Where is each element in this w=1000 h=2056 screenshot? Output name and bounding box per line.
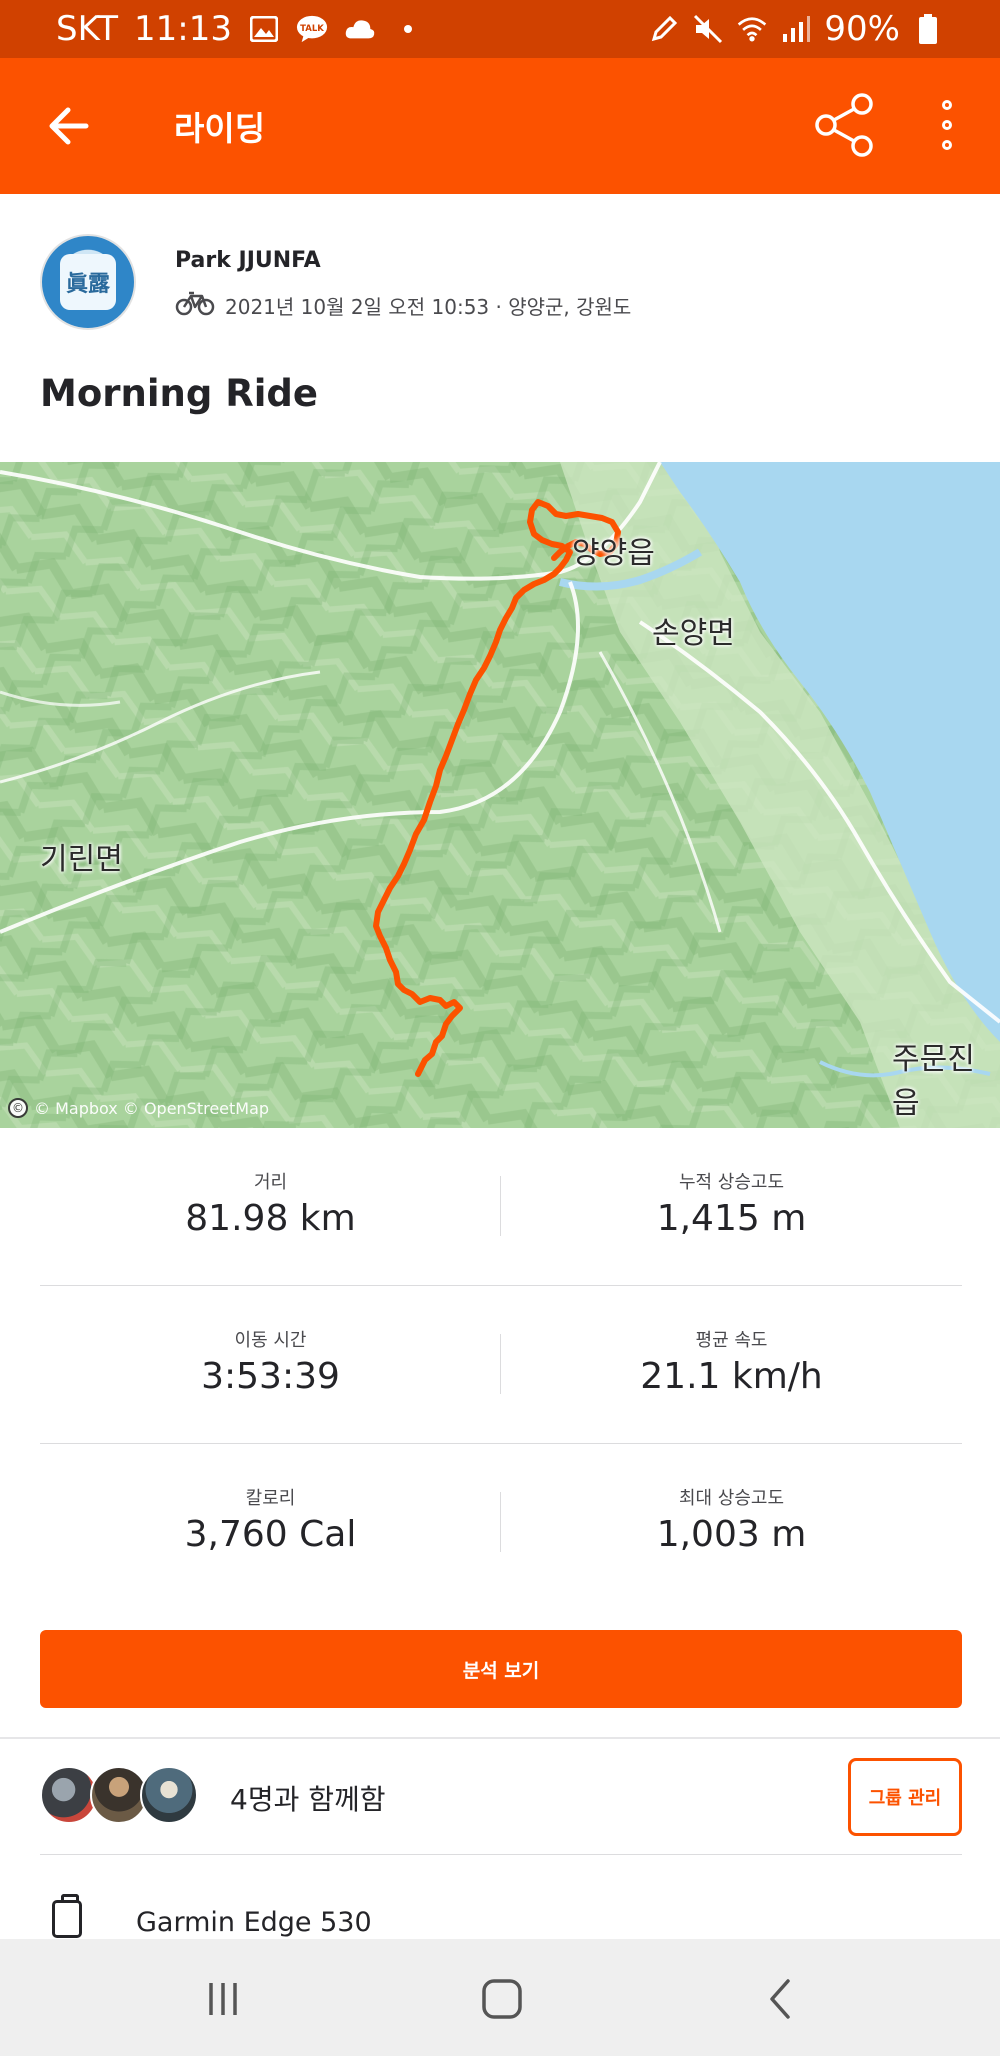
stat-row: 이동 시간 3:53:39 평균 속도 21.1 km/h <box>40 1286 962 1444</box>
status-left: SKT 11:13 TALK <box>56 9 424 49</box>
more-dot <box>942 140 952 150</box>
more-dot <box>942 100 952 110</box>
mute-icon <box>692 13 724 45</box>
stat-value: 1,415 m <box>656 1198 807 1239</box>
share-icon[interactable] <box>812 92 878 158</box>
group-row[interactable]: 4명과 함께함 그룹 관리 <box>0 1740 1000 1856</box>
activity-date-location: 2021년 10월 2일 오전 10:53 · 양양군, 강원도 <box>225 295 632 319</box>
map-attribution[interactable]: © © Mapbox © OpenStreetMap <box>8 1098 269 1118</box>
map-label-jumunjin: 주문진읍 <box>892 1042 975 1121</box>
stat-label: 칼로리 <box>245 1488 296 1509</box>
page-title: 라이딩 <box>174 109 266 148</box>
info-icon[interactable]: © <box>8 1098 28 1118</box>
avatar[interactable]: 眞露 <box>40 234 136 330</box>
section-divider <box>0 1737 1000 1739</box>
stat-row: 거리 81.98 km 누적 상승고도 1,415 m <box>40 1128 962 1286</box>
recent-apps-icon[interactable] <box>193 1969 253 2029</box>
stat-value: 3,760 Cal <box>184 1514 357 1555</box>
map-label-girin: 기린면 <box>40 842 123 877</box>
stat-avg-speed: 평균 속도 21.1 km/h <box>501 1286 962 1443</box>
talk-badge-text: TALK <box>300 23 324 33</box>
stat-label: 평균 속도 <box>695 1330 768 1351</box>
stat-label: 누적 상승고도 <box>678 1172 785 1193</box>
watch-icon <box>52 1894 82 1938</box>
group-text[interactable]: 4명과 함께함 <box>230 1778 386 1818</box>
more-dot <box>942 120 952 130</box>
app-bar: 라이딩 <box>0 58 1000 194</box>
back-arrow-icon[interactable] <box>38 96 98 156</box>
gallery-icon <box>248 13 280 45</box>
avatar-label: 眞露 <box>60 254 116 310</box>
battery-icon <box>912 13 944 45</box>
activity-title: Morning Ride <box>40 372 318 415</box>
talk-icon: TALK <box>296 13 328 45</box>
pen-icon <box>648 13 680 45</box>
dot-icon <box>392 13 424 45</box>
stat-value: 3:53:39 <box>201 1356 340 1397</box>
stats-grid: 거리 81.98 km 누적 상승고도 1,415 m 이동 시간 3:53:3… <box>40 1128 962 1602</box>
map-credit-text: © Mapbox © OpenStreetMap <box>34 1098 270 1118</box>
home-icon[interactable] <box>472 1969 532 2029</box>
status-right: 90% <box>648 9 944 49</box>
stat-value: 81.98 km <box>185 1198 356 1239</box>
clock: 11:13 <box>134 9 232 49</box>
map-label-yangyang: 양양읍 <box>572 536 655 571</box>
map-canvas <box>0 462 1000 1128</box>
stat-calories: 칼로리 3,760 Cal <box>40 1444 501 1601</box>
carrier-label: SKT <box>56 9 119 49</box>
stat-label: 거리 <box>253 1172 288 1193</box>
athlete-name[interactable]: Park JJUNFA <box>175 248 321 273</box>
stat-elevation-gain: 누적 상승고도 1,415 m <box>501 1128 962 1285</box>
bike-icon <box>175 290 215 321</box>
stat-distance: 거리 81.98 km <box>40 1128 501 1285</box>
manage-group-button[interactable]: 그룹 관리 <box>848 1758 962 1836</box>
cloud-icon <box>344 13 376 45</box>
route-map[interactable]: 양양읍 손양면 기린면 주문진읍 © © Mapbox © OpenStreet… <box>0 462 1000 1128</box>
stat-max-elevation: 최대 상승고도 1,003 m <box>501 1444 962 1601</box>
stat-label: 최대 상승고도 <box>678 1488 785 1509</box>
more-vert-icon[interactable] <box>922 92 972 158</box>
stat-value: 1,003 m <box>656 1514 807 1555</box>
activity-screen: SKT 11:13 TALK 90% 라이딩 眞露 Park JJUNFA 20… <box>0 0 1000 2056</box>
stat-value: 21.1 km/h <box>640 1356 823 1397</box>
back-icon[interactable] <box>752 1969 812 2029</box>
wifi-icon <box>736 13 768 45</box>
stat-label: 이동 시간 <box>234 1330 307 1351</box>
system-nav-bar <box>0 1939 1000 2056</box>
activity-meta: 2021년 10월 2일 오전 10:53 · 양양군, 강원도 <box>175 290 631 321</box>
view-analysis-button[interactable]: 분석 보기 <box>40 1630 962 1708</box>
stat-row: 칼로리 3,760 Cal 최대 상승고도 1,003 m <box>40 1444 962 1602</box>
device-name: Garmin Edge 530 <box>136 1907 372 1938</box>
group-avatars[interactable] <box>40 1766 200 1826</box>
signal-icon <box>780 13 812 45</box>
map-label-sonyang: 손양면 <box>652 616 735 651</box>
stat-moving-time: 이동 시간 3:53:39 <box>40 1286 501 1443</box>
battery-percent: 90% <box>824 9 900 49</box>
avatar <box>140 1766 198 1824</box>
status-bar: SKT 11:13 TALK 90% <box>0 0 1000 58</box>
device-row: Garmin Edge 530 <box>0 1855 1000 1939</box>
activity-header: 眞露 Park JJUNFA 2021년 10월 2일 오전 10:53 · 양… <box>0 194 1000 462</box>
